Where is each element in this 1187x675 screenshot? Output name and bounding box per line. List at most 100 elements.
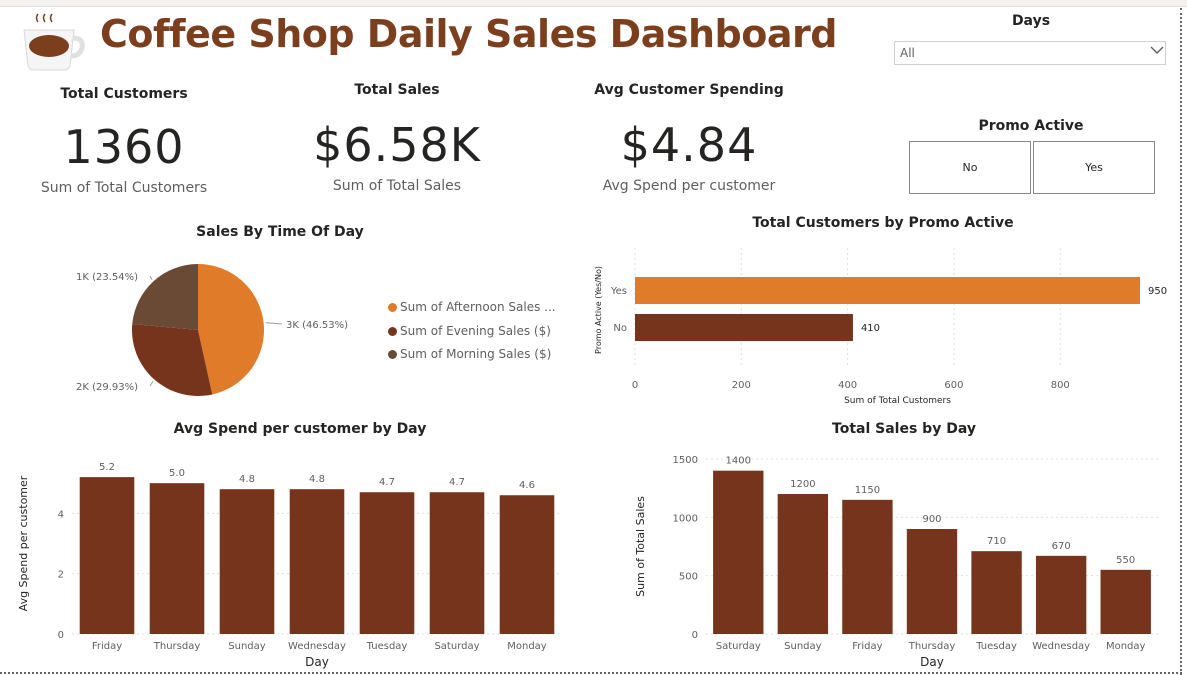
bar — [429, 492, 485, 634]
x-axis-label: Sum of Total Customers — [844, 396, 951, 406]
avg-spend-bar-chart: 0 2 4 5.2 Friday 5.0 Thursday 4.8 Sunday 4.8 Wedne… — [17, 462, 562, 669]
x-tick-label: 800 — [1051, 380, 1070, 391]
y-tick-label: No — [613, 323, 627, 334]
kpi-sales-value: $6.58K — [313, 118, 481, 172]
bar — [1035, 555, 1087, 634]
pie-leader-line — [265, 322, 283, 325]
kpi-sales-label: Sum of Total Sales — [332, 178, 462, 194]
page-border-right — [1180, 8, 1182, 675]
bar — [635, 314, 853, 341]
bar — [713, 470, 764, 634]
data-label: 950 — [1148, 286, 1167, 297]
kpi-avg-label: Avg Spend per customer — [602, 178, 776, 194]
kpi-avg-title: Avg Customer Spending — [594, 82, 784, 98]
x-axis-label: Day — [305, 655, 329, 669]
y-tick-label: 2 — [58, 570, 64, 581]
avg-spend-chart-title: Avg Spend per customer by Day — [173, 421, 427, 437]
pie-slice — [132, 264, 198, 330]
x-tick-label: Thursday — [908, 641, 956, 652]
data-label: 4.8 — [239, 474, 255, 485]
data-label: 4.7 — [379, 477, 395, 488]
bar — [842, 499, 893, 634]
bar — [906, 529, 958, 634]
x-tick-label: Saturday — [716, 641, 761, 652]
data-label: 710 — [987, 536, 1006, 547]
x-tick-label: Tuesday — [366, 641, 408, 652]
days-slicer-value: All — [900, 46, 915, 60]
ribbon-strip — [0, 0, 1187, 7]
bar — [635, 277, 1140, 304]
kpi-sales-title: Total Sales — [354, 82, 440, 98]
data-label: 5.0 — [169, 468, 185, 479]
bar — [499, 495, 555, 634]
chevron-down-icon[interactable] — [1150, 44, 1164, 59]
promo-option-yes[interactable]: Yes — [1033, 141, 1155, 194]
x-tick-label: Wednesday — [1032, 641, 1090, 652]
y-tick-label: 1500 — [673, 455, 698, 466]
y-axis-label: Avg Spend per customer — [17, 475, 30, 611]
data-label: 4.6 — [519, 480, 535, 491]
x-tick-label: Friday — [92, 641, 122, 652]
bar — [289, 489, 345, 634]
bar — [79, 477, 135, 634]
x-tick-label: Friday — [852, 641, 882, 652]
x-axis-label: Day — [920, 655, 944, 669]
kpi-customers-value: 1360 — [63, 120, 185, 174]
y-tick-label: 0 — [692, 630, 698, 641]
legend-item-morning[interactable]: Sum of Morning Sales ($) — [388, 347, 551, 361]
x-tick-label: Tuesday — [975, 641, 1017, 652]
days-slicer-dropdown[interactable] — [894, 41, 1166, 65]
x-tick-label: 0 — [632, 380, 638, 391]
pie-data-label: 2K (29.93%) — [76, 382, 138, 393]
sales-chart-title: Total Sales by Day — [832, 421, 976, 437]
y-tick-label: 4 — [58, 509, 64, 520]
promo-bar-chart: 0 200 400 600 800 Sum of Total Customers Promo… — [594, 248, 1167, 406]
promo-option-no[interactable]: No — [909, 141, 1031, 194]
y-tick-label: 0 — [58, 630, 64, 641]
y-tick-label: 1000 — [673, 513, 698, 524]
promo-slicer-title: Promo Active — [978, 118, 1084, 134]
promo-chart-title: Total Customers by Promo Active — [752, 215, 1014, 231]
y-axis-label: Sum of Total Sales — [634, 496, 647, 597]
legend-item-afternoon[interactable]: Sum of Afternoon Sales ... — [388, 300, 556, 314]
x-tick-label: Wednesday — [288, 641, 346, 652]
x-tick-label: Monday — [507, 641, 547, 652]
data-label: 1400 — [726, 456, 751, 467]
pie-chart-title: Sales By Time Of Day — [196, 224, 364, 240]
data-label: 670 — [1052, 541, 1071, 552]
data-label: 4.8 — [309, 474, 325, 485]
data-label: 410 — [861, 323, 880, 334]
y-axis-label: Promo Active (Yes/No) — [594, 266, 603, 354]
x-tick-label: Saturday — [434, 641, 479, 652]
bar — [971, 551, 1022, 634]
x-tick-label: 200 — [732, 380, 751, 391]
legend-label: Sum of Evening Sales ($) — [400, 324, 551, 338]
data-label: 1150 — [855, 485, 880, 496]
pie-data-label: 1K (23.54%) — [76, 272, 138, 283]
bar — [149, 483, 205, 634]
y-tick-label: Yes — [610, 286, 627, 297]
pie-chart: 3K (46.53%) 2K (29.93%) 1K (23.54%) — [76, 264, 348, 396]
data-label: 1200 — [790, 479, 815, 490]
x-tick-label: Monday — [1106, 641, 1146, 652]
pie-leader-line — [149, 380, 154, 387]
kpi-avg-value: $4.84 — [620, 118, 758, 172]
legend-item-evening[interactable]: Sum of Evening Sales ($) — [388, 324, 551, 338]
bar — [219, 489, 275, 634]
data-label: 5.2 — [99, 462, 115, 473]
dashboard-title: Coffee Shop Daily Sales Dashboard — [100, 12, 837, 56]
coffee-cup-icon — [20, 12, 86, 74]
legend-dot — [388, 349, 397, 359]
x-tick-label: 600 — [944, 380, 963, 391]
legend-dot — [388, 302, 397, 312]
y-tick-label: 500 — [679, 572, 698, 583]
days-slicer-title: Days — [1011, 13, 1051, 29]
bar — [1100, 569, 1151, 634]
pie-leader-line — [149, 275, 153, 281]
legend-dot — [388, 326, 397, 336]
x-tick-label: Sunday — [784, 641, 821, 652]
legend-label: Sum of Morning Sales ($) — [400, 347, 552, 361]
page-border-bottom — [0, 672, 1182, 674]
x-tick-label: Sunday — [228, 641, 265, 652]
bar — [777, 494, 829, 634]
